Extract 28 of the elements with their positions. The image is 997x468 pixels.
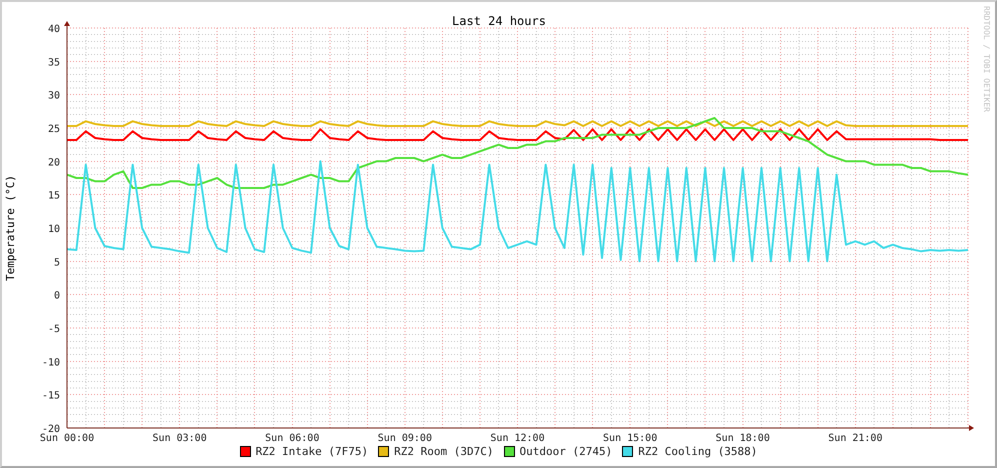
- y-tick-label: -15: [42, 390, 60, 402]
- y-tick-label: 25: [48, 124, 60, 135]
- x-tick-label: Sun 21:00: [828, 433, 882, 442]
- credit-text: RRDTOOL / TOBI OETIKER: [982, 6, 991, 112]
- x-tick-label: Sun 06:00: [265, 433, 320, 442]
- y-tick-label: 40: [48, 24, 60, 35]
- legend-label: Outdoor (2745): [520, 445, 612, 458]
- y-tick-label: -10: [42, 357, 60, 368]
- legend-label: RZ2 Intake (7F75): [256, 445, 368, 458]
- x-tick-label: Sun 00:00: [40, 433, 94, 442]
- legend-label: RZ2 Room (3D7C): [394, 445, 494, 458]
- x-tick-label: Sun 03:00: [152, 433, 207, 442]
- y-tick-label: 10: [48, 224, 60, 235]
- y-tick-label: 20: [48, 157, 60, 168]
- y-axis-title: Temperature (°C): [4, 175, 17, 281]
- x-tick-label: Sun 18:00: [716, 433, 770, 442]
- x-tick-label: Sun 09:00: [378, 433, 432, 442]
- y-tick-label: 15: [48, 190, 60, 202]
- y-tick-label: -5: [48, 324, 60, 335]
- legend-label: RZ2 Cooling (3588): [638, 445, 758, 458]
- y-tick-label: 0: [54, 290, 60, 302]
- x-tick-label: Sun 12:00: [490, 433, 545, 442]
- x-tick-label: Sun 15:00: [603, 433, 658, 442]
- y-tick-label: 30: [48, 90, 60, 102]
- chart-title: Last 24 hours: [452, 14, 546, 28]
- y-tick-label: 5: [54, 257, 60, 268]
- y-tick-label: 35: [48, 57, 60, 68]
- y-tick-label: -20: [42, 424, 60, 435]
